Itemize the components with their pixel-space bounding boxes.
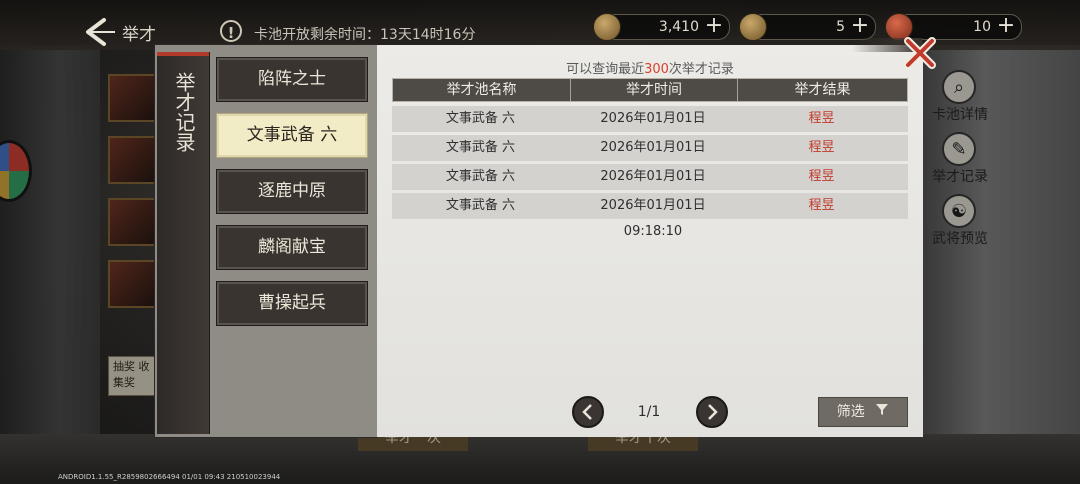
jade-resource: 5 + [739, 13, 876, 41]
result-cell[interactable]: 程昱 [737, 106, 906, 132]
back-button[interactable] [82, 17, 116, 47]
table-row: 文事武备 六 2026年01月01日 09:18:34 程昱 [392, 164, 908, 210]
column-header: 举才结果 [794, 82, 851, 98]
time-cell: 2026年01月01日 09:25:08 [600, 111, 706, 152]
result-cell[interactable]: 程昱 [737, 135, 906, 161]
time-cell: 2026年01月01日 09:18:34 [600, 169, 706, 210]
dialog-title-strip: 举才记录 [157, 52, 210, 434]
tab-pool-active[interactable]: 文事武备 六 [216, 113, 368, 158]
back-arrow-icon [86, 18, 115, 46]
title-accent [157, 52, 209, 56]
add-coin-button[interactable]: + [703, 15, 725, 38]
result-cell[interactable]: 程昱 [737, 164, 906, 190]
time-cell: 2026年01月01日 09:18:10 [600, 198, 706, 239]
coin-icon [593, 13, 621, 41]
column-header: 举才时间 [571, 79, 738, 101]
table-row: 文事武备 六 2026年01月01日 09:18:10 程昱 [392, 193, 908, 239]
add-token-button[interactable]: + [995, 15, 1017, 38]
table-row: 文事武备 六 2026年01月01日 09:25:08 程昱 [392, 106, 908, 152]
query-hint-prefix: 可以查询最近 [566, 62, 645, 77]
pool-name-cell: 文事武备 六 [445, 140, 516, 155]
filter-button[interactable]: 筛选 [818, 397, 908, 427]
exclamation-icon: ! [220, 20, 242, 42]
chevron-left-icon [582, 404, 592, 420]
pool-countdown: 卡池开放剩余时间：13天14时16分 [254, 27, 476, 43]
chevron-right-icon [708, 404, 718, 420]
tab-pool[interactable]: 曹操起兵 [216, 281, 368, 326]
table-header: 举才池名称 举才时间 举才结果 [392, 78, 908, 102]
prev-page-button[interactable] [572, 396, 604, 428]
tab-pool[interactable]: 陷阵之士 [216, 57, 368, 102]
add-jade-button[interactable]: + [849, 15, 871, 38]
dialog-title: 举才记录 [172, 72, 196, 152]
page-indicator: 1/1 [637, 404, 661, 420]
query-hint-count: 300 [644, 62, 669, 77]
pool-name-cell: 文事武备 六 [445, 169, 516, 184]
next-page-button[interactable] [696, 396, 728, 428]
token-value: 10 [973, 19, 991, 35]
table-row: 文事武备 六 2026年01月01日 09:19:23 程昱 [392, 135, 908, 181]
pool-name-cell: 文事武备 六 [445, 111, 516, 126]
jade-value: 5 [836, 19, 845, 35]
coin-resource: 3,410 + [593, 13, 730, 41]
query-hint-suffix: 次举才记录 [668, 62, 734, 77]
tab-pool[interactable]: 逐鹿中原 [216, 169, 368, 214]
query-hint: 可以查询最近300次举才记录 [377, 58, 923, 77]
jade-icon [739, 13, 767, 41]
pool-name-cell: 文事武备 六 [445, 198, 516, 213]
time-cell: 2026年01月01日 09:19:23 [600, 140, 706, 181]
page-title: 举才 [122, 25, 156, 45]
funnel-icon [875, 398, 889, 426]
filter-label: 筛选 [836, 404, 865, 420]
column-header: 举才池名称 [393, 79, 571, 101]
result-cell[interactable]: 程昱 [737, 193, 906, 219]
build-info: ANDROID1.1.55_R2859802666494 01/01 09:43… [58, 473, 281, 481]
tab-pool[interactable]: 麟阁献宝 [216, 225, 368, 270]
coin-value: 3,410 [658, 19, 699, 35]
